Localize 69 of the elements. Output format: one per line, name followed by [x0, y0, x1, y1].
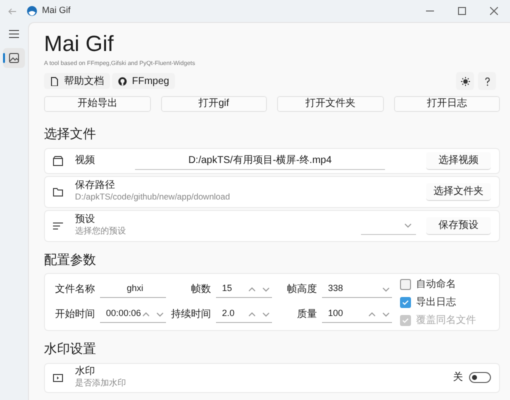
doc-link[interactable]: 帮助文档: [44, 73, 110, 89]
chevron-down-icon[interactable]: [382, 310, 390, 318]
spin-box[interactable]: 00:00:06: [100, 306, 166, 323]
setting-description: D:/apkTS/code/github/new/app/download: [75, 192, 230, 202]
maximize-icon: [458, 7, 466, 15]
select-button[interactable]: 保存预设: [426, 216, 491, 234]
action-button[interactable]: 打开gif: [160, 96, 267, 112]
field-label: 持续时间: [171, 308, 211, 322]
watermark-icon: [53, 372, 63, 382]
setting-label: 预设: [75, 214, 96, 226]
question-mark-icon: [482, 76, 492, 86]
action-button[interactable]: 开始导出: [44, 96, 150, 112]
chevron-down-icon: [404, 222, 412, 228]
chevron-down-icon[interactable]: [262, 310, 270, 318]
menu-icon: [9, 29, 19, 39]
text-input[interactable]: ghxi: [100, 281, 166, 298]
chevron-down-icon[interactable]: [262, 286, 270, 292]
chevron-down-icon: [382, 286, 390, 292]
setting-description: 选择您的预设: [75, 226, 126, 236]
action-button[interactable]: 打开文件夹: [277, 96, 384, 112]
chevron-up-icon[interactable]: [248, 310, 256, 318]
spin-box[interactable]: 100: [322, 306, 392, 323]
checkbox[interactable]: [400, 296, 411, 308]
github-icon: [118, 76, 127, 86]
sun-icon: [460, 76, 470, 86]
video-icon: [53, 156, 63, 166]
github-link[interactable]: FFmpeg: [112, 73, 176, 89]
section-title: 配置参数: [44, 250, 97, 268]
document-icon: [50, 76, 59, 86]
checkbox[interactable]: [400, 278, 411, 290]
checkbox-label: 自动命名: [416, 278, 456, 292]
select-button[interactable]: 选择视频: [426, 152, 491, 170]
chevron-up-icon[interactable]: [142, 310, 150, 318]
image-icon: [9, 53, 19, 63]
image-nav-button[interactable]: [3, 48, 25, 68]
field-label: 质量: [296, 308, 317, 322]
close-icon: [490, 7, 498, 15]
window-title: Mai Gif: [42, 4, 71, 18]
section-title: 水印设置: [44, 340, 97, 358]
theme-button[interactable]: [456, 72, 474, 90]
action-button[interactable]: 打开日志: [394, 96, 500, 112]
chevron-up-icon[interactable]: [368, 310, 376, 318]
checkmark-icon: [402, 298, 409, 306]
folder-icon: [53, 186, 63, 196]
setting-label: 视频: [75, 154, 95, 166]
section-title: 选择文件: [44, 125, 97, 143]
spin-box[interactable]: 2.0: [216, 306, 272, 323]
setting-description: 是否添加水印: [75, 378, 126, 388]
list-icon: [53, 220, 63, 230]
back-arrow-icon[interactable]: [8, 6, 17, 16]
checkbox-label: 覆盖同名文件: [416, 314, 476, 328]
chevron-down-icon[interactable]: [156, 310, 164, 318]
switch-label: 关: [453, 370, 463, 385]
help-button[interactable]: [478, 72, 496, 90]
chevron-up-icon[interactable]: [248, 286, 256, 292]
setting-label: 水印: [75, 366, 96, 378]
page-title: Mai Gif: [44, 31, 115, 57]
checkbox-label: 导出日志: [416, 296, 456, 310]
dropdown-field[interactable]: 338: [322, 281, 392, 298]
field-label: 开始时间: [55, 308, 95, 322]
spin-box[interactable]: 15: [216, 281, 272, 298]
setting-label: 保存路径: [75, 180, 116, 192]
file-path-field[interactable]: D:/apkTS/有用项目-横屏-终.mp4: [135, 152, 385, 170]
field-label: 帧高度: [286, 282, 317, 297]
app-logo-icon: [27, 6, 37, 16]
select-button[interactable]: 选择文件夹: [426, 182, 491, 200]
field-label: 帧数: [190, 282, 211, 297]
field-label: 文件名称: [55, 282, 95, 297]
toggle-switch[interactable]: [469, 372, 491, 383]
